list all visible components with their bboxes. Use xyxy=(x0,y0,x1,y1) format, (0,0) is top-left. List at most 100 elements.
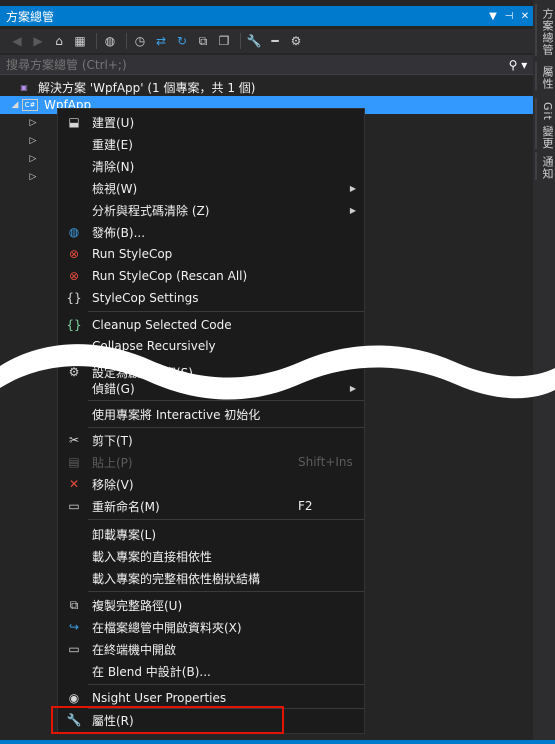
search-input[interactable] xyxy=(0,56,503,73)
expand-arrow-icon[interactable]: ▷ xyxy=(26,118,40,128)
menu-label: 使用專案將 Interactive 初始化 xyxy=(92,407,261,422)
show-all-files-icon[interactable]: ❐ xyxy=(215,32,233,50)
menu-item-clean[interactable]: 清除(N) xyxy=(58,155,364,177)
menu-item-stylecop-settings[interactable]: {} StyleCop Settings xyxy=(58,287,364,309)
rail-tab-git-changes[interactable]: Git 變更 xyxy=(535,98,555,150)
menu-item-design-blend[interactable]: 在 Blend 中設計(B)... xyxy=(58,660,364,682)
menu-item-collapse[interactable]: Collapse Recursively xyxy=(58,335,364,357)
menu-item-view[interactable]: 檢視(W) ▶ xyxy=(58,177,364,199)
menu-item-rename[interactable]: ▭ 重新命名(M) F2 xyxy=(58,495,364,517)
panel-toolbar: ◀ ▶ ⌂ ▦ ◍ ◷ ⇄ ↻ ⧉ ❐ 🔧 ━ ⚙ xyxy=(0,29,533,53)
menu-item-remove[interactable]: ✕ 移除(V) xyxy=(58,473,364,495)
back-icon[interactable]: ◀ xyxy=(8,32,26,50)
refresh-icon[interactable]: ↻ xyxy=(173,32,191,50)
menu-label: 檢視(W) xyxy=(92,181,138,196)
menu-label: 卸載專案(L) xyxy=(92,527,157,542)
cleanup-braces-icon: {} xyxy=(66,318,82,332)
rail-tab-properties[interactable]: 屬性 xyxy=(535,62,555,90)
menu-label: StyleCop Settings xyxy=(92,291,199,305)
properties-wrench-icon[interactable]: 🔧 xyxy=(245,32,263,50)
solution-icon: ▣ xyxy=(20,82,28,92)
sync-icon[interactable]: ⇄ xyxy=(152,32,170,50)
menu-label: 剪下(T) xyxy=(92,433,133,448)
home-icon[interactable]: ⌂ xyxy=(50,32,68,50)
submenu-arrow-icon: ▶ xyxy=(349,183,356,193)
search-icon[interactable]: ⚲ ▾ xyxy=(503,58,533,72)
braces-icon: {} xyxy=(66,291,82,305)
menu-label: 在 Blend 中設計(B)... xyxy=(92,664,211,679)
menu-shortcut: F2 xyxy=(298,499,313,513)
menu-item-build[interactable]: ⬓ 建置(U) xyxy=(58,111,364,133)
clipboard-icon: ▤ xyxy=(68,455,80,469)
menu-label: 重新命名(M) xyxy=(92,499,160,514)
menu-label: Nsight User Properties xyxy=(92,691,227,705)
submenu-arrow-icon: ▶ xyxy=(349,383,356,393)
expand-arrow-icon[interactable]: ◢ xyxy=(8,100,22,110)
menu-label: 載入專案的完整相依性樹狀結構 xyxy=(92,571,261,586)
close-icon[interactable]: ✕ xyxy=(517,11,533,22)
menu-item-debug[interactable]: 偵錯(G) ▶ xyxy=(58,377,364,399)
menu-item-run-stylecop[interactable]: ⊗ Run StyleCop xyxy=(58,243,364,265)
menu-label: 貼上(P) xyxy=(92,455,133,470)
class-view-icon[interactable]: ⚙ xyxy=(287,32,305,50)
menu-separator xyxy=(88,427,364,428)
context-menu: ⬓ 建置(U) 重建(E) 清除(N) 檢視(W) ▶ 分析與程式碼清除 (Z)… xyxy=(57,108,365,734)
menu-label: Run StyleCop (Rescan All) xyxy=(92,269,248,283)
menu-label: 在終端機中開啟 xyxy=(92,642,177,657)
menu-item-rebuild[interactable]: 重建(E) xyxy=(58,133,364,155)
toolbar-separator xyxy=(240,33,241,49)
menu-item-paste: ▤ 貼上(P) Shift+Ins xyxy=(58,451,364,473)
menu-item-cut[interactable]: ✂ 剪下(T) xyxy=(58,429,364,451)
switch-views-icon[interactable]: ▦ xyxy=(71,32,89,50)
menu-item-publish[interactable]: ◍ 發佈(B)... xyxy=(58,221,364,243)
pending-changes-filter-icon[interactable]: ◷ xyxy=(131,32,149,50)
publish-globe-icon: ◍ xyxy=(68,225,80,239)
tree-node-solution[interactable]: ▣ 解決方案 'WpfApp' (1 個專案，共 1 個) xyxy=(0,78,533,96)
expand-arrow-icon[interactable]: ▷ xyxy=(26,154,40,164)
rename-icon: ▭ xyxy=(68,499,80,513)
menu-label: 建置(U) xyxy=(92,115,135,130)
menu-item-nsight[interactable]: ◉ Nsight User Properties xyxy=(58,687,364,709)
preview-icon[interactable]: ━ xyxy=(266,32,284,50)
nsight-icon: ◉ xyxy=(68,691,80,705)
terminal-icon: ▭ xyxy=(68,642,80,656)
menu-item-load-direct[interactable]: 載入專案的直接相依性 xyxy=(58,545,364,567)
menu-label: 在檔案總管中開啟資料夾(X) xyxy=(92,620,242,635)
pin-icon[interactable]: ⊣ xyxy=(501,11,517,22)
panel-titlebar: 方案總管 ▼ ⊣ ✕ xyxy=(0,6,533,26)
menu-item-cleanup[interactable]: {} Cleanup Selected Code xyxy=(58,314,364,336)
expand-arrow-icon[interactable]: ▷ xyxy=(26,172,40,182)
menu-separator xyxy=(88,591,364,592)
menu-separator xyxy=(88,684,364,685)
menu-label: Collapse Recursively xyxy=(92,339,216,353)
menu-item-run-stylecop-rescan[interactable]: ⊗ Run StyleCop (Rescan All) xyxy=(58,265,364,287)
menu-label: 移除(V) xyxy=(92,477,134,492)
stylecop-icon: ⊗ xyxy=(68,247,80,261)
right-tool-rail: 方案總管 屬性 Git 變更 通知 xyxy=(533,0,555,744)
rail-tab-notifications[interactable]: 通知 xyxy=(535,152,555,180)
menu-label: 複製完整路徑(U) xyxy=(92,598,183,613)
menu-separator xyxy=(88,311,364,312)
menu-label: 重建(E) xyxy=(92,137,133,152)
menu-item-open-folder[interactable]: ↪ 在檔案總管中開啟資料夾(X) xyxy=(58,616,364,638)
build-icon: ⬓ xyxy=(68,115,80,129)
menu-item-analyze[interactable]: 分析與程式碼清除 (Z) ▶ xyxy=(58,199,364,221)
expand-arrow-icon[interactable]: ▷ xyxy=(26,136,40,146)
forward-icon[interactable]: ▶ xyxy=(29,32,47,50)
menu-label: 分析與程式碼清除 (Z) xyxy=(92,203,210,218)
globe-icon[interactable]: ◍ xyxy=(101,32,119,50)
menu-item-unload[interactable]: 卸載專案(L) xyxy=(58,523,364,545)
remove-x-icon: ✕ xyxy=(68,477,80,491)
toolbar-separator xyxy=(126,33,127,49)
menu-item-copy-path[interactable]: ⧉ 複製完整路徑(U) xyxy=(58,594,364,616)
search-bar: ⚲ ▾ xyxy=(0,55,533,75)
menu-item-interactive[interactable]: 使用專案將 Interactive 初始化 xyxy=(58,403,364,425)
scissors-icon: ✂ xyxy=(68,433,80,447)
menu-label: 發佈(B)... xyxy=(92,225,146,240)
rail-tab-solution-explorer[interactable]: 方案總管 xyxy=(535,4,555,56)
menu-item-load-full[interactable]: 載入專案的完整相依性樹狀結構 xyxy=(58,567,364,589)
menu-item-open-terminal[interactable]: ▭ 在終端機中開啟 xyxy=(58,638,364,660)
collapse-all-icon[interactable]: ⧉ xyxy=(194,32,212,50)
dropdown-arrow-icon[interactable]: ▼ xyxy=(485,11,501,22)
menu-item-properties[interactable]: 🔧 屬性(R) xyxy=(58,709,364,731)
